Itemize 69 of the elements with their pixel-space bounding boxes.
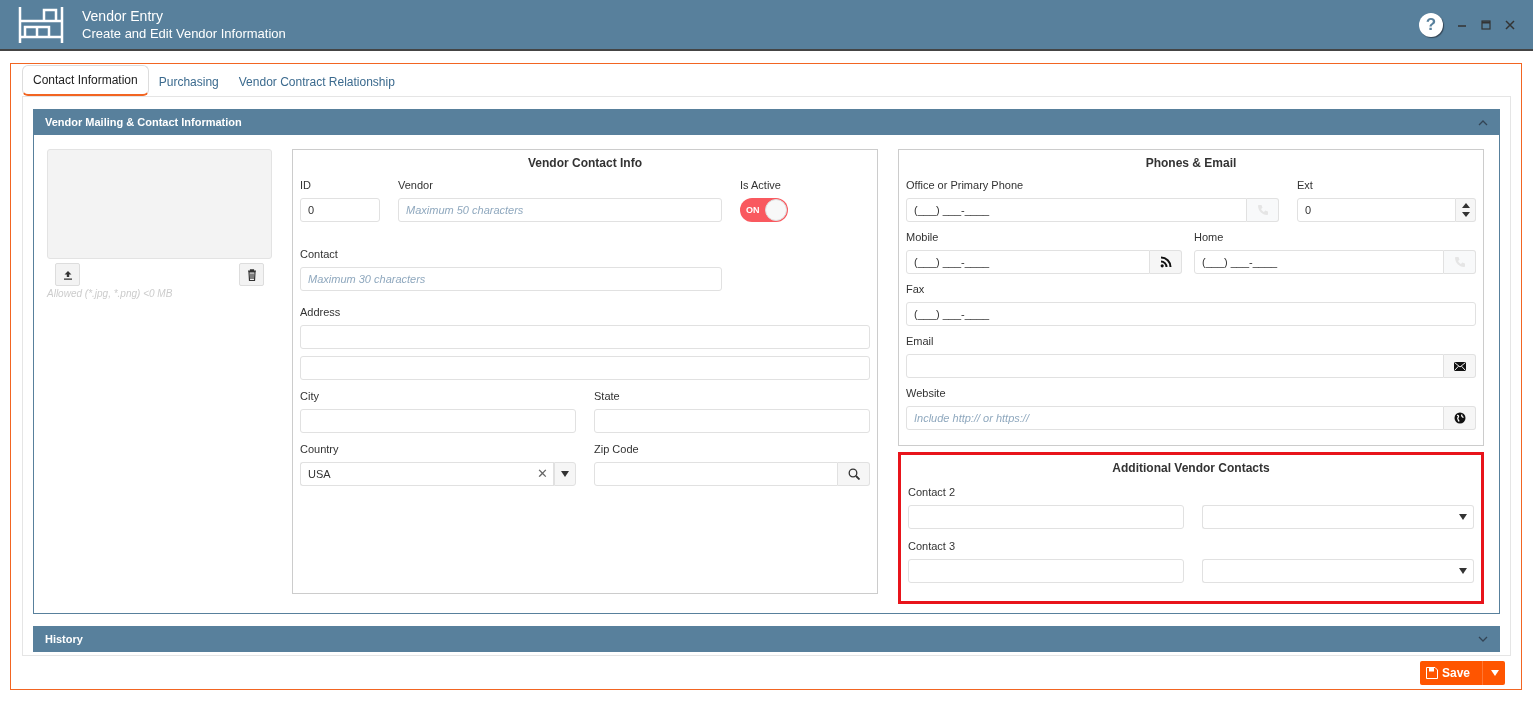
close-icon[interactable] [1505, 19, 1515, 30]
caret-icon [1491, 670, 1499, 676]
spinner-button[interactable] [1456, 198, 1476, 222]
website-field[interactable]: Include http:// or https:// [906, 406, 1444, 430]
tab[interactable]: Contact Information [22, 65, 149, 96]
panel-title: History [45, 631, 83, 647]
section-title: Additional Vendor Contacts [1111, 460, 1271, 477]
field-label: Zip Code [594, 442, 640, 457]
website-button[interactable] [1444, 406, 1476, 430]
id-field[interactable]: 0 [300, 198, 380, 222]
search-button[interactable] [838, 462, 870, 486]
email-button[interactable] [1444, 354, 1476, 378]
phone-field[interactable]: (___) ___-____ [906, 250, 1150, 274]
address-field[interactable] [300, 356, 870, 380]
help-button[interactable]: ? [1419, 12, 1443, 37]
trash-icon [246, 268, 257, 281]
field-label: ID [300, 178, 312, 193]
phone-field[interactable]: (___) ___-____ [906, 302, 1476, 326]
city-field[interactable] [300, 409, 576, 433]
expand-icon[interactable] [1478, 635, 1488, 643]
upload-button[interactable] [55, 263, 80, 286]
field-label: Contact 2 [908, 485, 957, 500]
contact-field[interactable] [908, 505, 1184, 529]
field-label: Address [300, 305, 342, 320]
globe-icon [1453, 412, 1466, 424]
save-icon [1425, 667, 1438, 679]
upload-icon [62, 269, 73, 280]
field-label: Vendor [398, 178, 434, 193]
panel-title: Vendor Mailing & Contact Information [45, 114, 242, 130]
field-label: State [594, 389, 621, 404]
panel-header[interactable]: Vendor Mailing & Contact Information [33, 109, 1500, 135]
spinner-icon [1461, 203, 1470, 217]
section-title: Phones & Email [1144, 155, 1238, 172]
tab[interactable]: Vendor Contract Relationship [228, 68, 405, 96]
contact-field[interactable] [908, 559, 1184, 583]
state-field[interactable] [594, 409, 870, 433]
warehouse-logo [18, 5, 64, 44]
address-field[interactable] [300, 325, 870, 349]
field-label: City [300, 389, 320, 404]
field-label: Contact 3 [908, 539, 957, 554]
field-label: Is Active [740, 178, 782, 193]
field-label: Fax [906, 282, 926, 297]
vendor-field[interactable]: Maximum 50 characters [398, 198, 722, 222]
field-label: Website [906, 386, 947, 401]
collapse-icon[interactable] [1478, 118, 1488, 126]
envelope-icon [1453, 361, 1466, 371]
contact-field[interactable]: Maximum 30 characters [300, 267, 722, 291]
field-label: Contact [300, 247, 339, 262]
field-label: Home [1194, 230, 1225, 245]
message-button[interactable] [1150, 250, 1182, 274]
search-icon [847, 468, 860, 480]
section-title: Vendor Contact Info [527, 155, 643, 172]
email-field[interactable] [906, 354, 1444, 378]
maximize-icon[interactable] [1481, 19, 1491, 30]
panel-header[interactable]: History [33, 626, 1500, 652]
window-subtitle: Create and Edit Vendor Information [82, 24, 286, 42]
field-label: Email [906, 334, 935, 349]
zip-field[interactable] [594, 462, 838, 486]
field-label: Office or Primary Phone [906, 178, 1025, 193]
dropdown-button[interactable] [554, 462, 576, 486]
delete-button[interactable] [239, 263, 264, 286]
field-label: Country [300, 442, 340, 457]
tab[interactable]: Purchasing [148, 68, 229, 96]
caret-icon [561, 471, 569, 477]
window-title: Vendor Entry [82, 7, 164, 25]
field-label: Mobile [906, 230, 940, 245]
field-label: Ext [1297, 178, 1314, 193]
ext-field[interactable]: 0 [1297, 198, 1456, 222]
rss-icon [1159, 256, 1172, 268]
